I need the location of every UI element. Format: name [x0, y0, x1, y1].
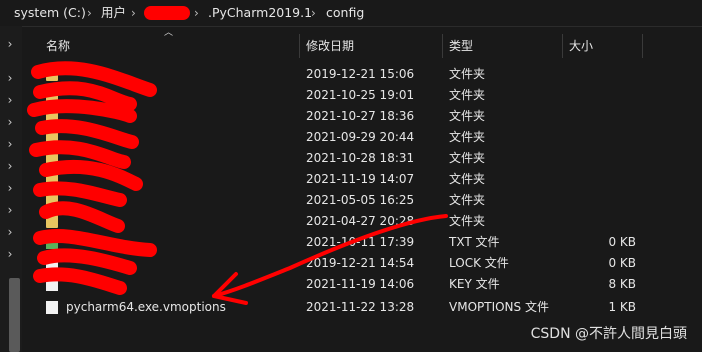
arrow-line	[212, 214, 448, 298]
annotation-overlay	[27, 61, 448, 305]
watermark: CSDN @不許人間見白頭	[530, 326, 687, 342]
redaction-scribble	[27, 61, 157, 295]
